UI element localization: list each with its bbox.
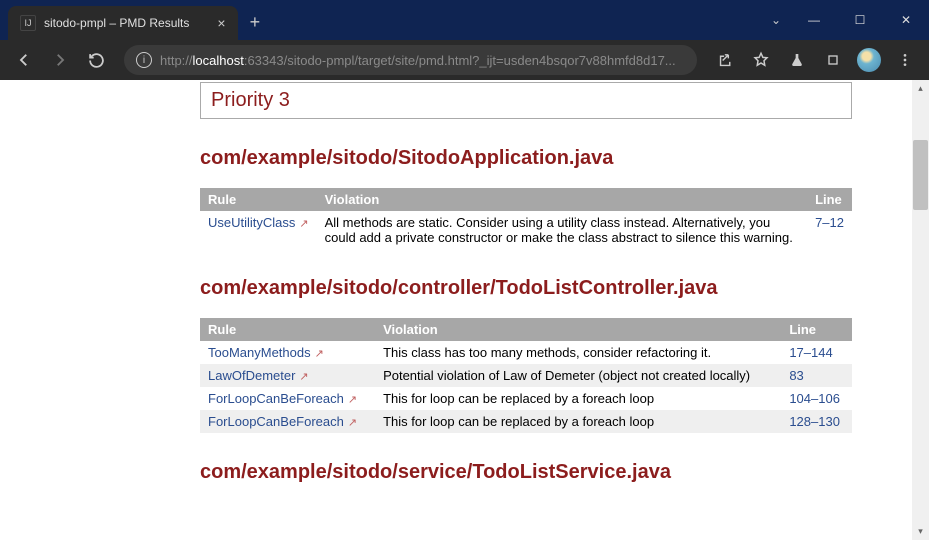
- rule-link[interactable]: ForLoopCanBeForeach: [208, 414, 344, 429]
- tab-title: sitodo-pmpl – PMD Results: [44, 16, 189, 30]
- scroll-down-icon[interactable]: ▾: [912, 523, 929, 540]
- maximize-button[interactable]: ☐: [837, 0, 883, 40]
- close-window-button[interactable]: ✕: [883, 0, 929, 40]
- page-content: Priority 3 com/example/sitodo/SitodoAppl…: [0, 80, 912, 540]
- url-path: :63343/sitodo-pmpl/target/site/pmd.html?…: [244, 53, 676, 68]
- col-rule: Rule: [200, 318, 375, 341]
- page-viewport: Priority 3 com/example/sitodo/SitodoAppl…: [0, 80, 929, 540]
- line-link[interactable]: 106: [818, 391, 840, 406]
- table-row: TooManyMethods ↗ This class has too many m…: [200, 341, 852, 364]
- violation-text: Potential violation of Law of Demeter (o…: [375, 364, 781, 387]
- external-link-icon: ↗: [348, 417, 357, 429]
- file-heading: com/example/sitodo/controller/TodoListCo…: [200, 277, 852, 300]
- flask-icon[interactable]: [781, 44, 813, 76]
- col-line: Line: [781, 318, 852, 341]
- col-rule: Rule: [200, 188, 317, 211]
- table-row: UseUtilityClass ↗ All methods are static. …: [200, 211, 852, 249]
- url-prefix: http://: [160, 53, 193, 68]
- line-link[interactable]: 144: [811, 345, 833, 360]
- share-icon[interactable]: [709, 44, 741, 76]
- reload-button[interactable]: [80, 44, 112, 76]
- line-link[interactable]: 128: [789, 414, 811, 429]
- chevron-down-icon[interactable]: ⌄: [771, 13, 781, 27]
- table-row: ForLoopCanBeForeach ↗ This for loop can be…: [200, 387, 852, 410]
- url-host: localhost: [193, 53, 244, 68]
- line-link[interactable]: 17: [789, 345, 803, 360]
- browser-toolbar: i http://localhost:63343/sitodo-pmpl/tar…: [0, 40, 929, 80]
- table-row: LawOfDemeter ↗ Potential violation of Law …: [200, 364, 852, 387]
- rule-link[interactable]: ForLoopCanBeForeach: [208, 391, 344, 406]
- intellij-favicon-icon: IJ: [20, 15, 36, 31]
- menu-button[interactable]: [889, 44, 921, 76]
- violations-table: RuleViolationLine UseUtilityClass ↗ All met…: [200, 188, 852, 249]
- file-heading: com/example/sitodo/service/TodoListServi…: [200, 461, 852, 484]
- line-link[interactable]: 104: [789, 391, 811, 406]
- star-icon[interactable]: [745, 44, 777, 76]
- scrollbar-thumb[interactable]: [913, 140, 928, 210]
- violation-text: This for loop can be replaced by a forea…: [375, 410, 781, 433]
- minimize-button[interactable]: ―: [791, 0, 837, 40]
- close-tab-icon[interactable]: ×: [217, 15, 225, 31]
- external-link-icon: ↗: [348, 394, 357, 406]
- violation-text: This for loop can be replaced by a forea…: [375, 387, 781, 410]
- line-link[interactable]: 12: [830, 215, 844, 230]
- rule-link[interactable]: LawOfDemeter: [208, 368, 295, 383]
- back-button[interactable]: [8, 44, 40, 76]
- browser-tab[interactable]: IJ sitodo-pmpl – PMD Results ×: [8, 6, 238, 40]
- external-link-icon: ↗: [299, 371, 308, 383]
- col-line: Line: [807, 188, 852, 211]
- new-tab-button[interactable]: +: [250, 12, 261, 33]
- address-bar[interactable]: i http://localhost:63343/sitodo-pmpl/tar…: [124, 45, 697, 75]
- rule-link[interactable]: UseUtilityClass: [208, 215, 295, 230]
- site-info-icon[interactable]: i: [136, 52, 152, 68]
- line-link[interactable]: 83: [789, 368, 803, 383]
- file-heading: com/example/sitodo/SitodoApplication.jav…: [200, 147, 852, 170]
- col-violation: Violation: [317, 188, 807, 211]
- rule-link[interactable]: TooManyMethods: [208, 345, 311, 360]
- scroll-up-icon[interactable]: ▴: [912, 80, 929, 97]
- forward-button[interactable]: [44, 44, 76, 76]
- violations-table: RuleViolationLine TooManyMethods ↗ This cla…: [200, 318, 852, 433]
- violation-text: All methods are static. Consider using a…: [317, 211, 807, 249]
- external-link-icon: ↗: [299, 218, 308, 230]
- profile-avatar[interactable]: [853, 44, 885, 76]
- extensions-icon[interactable]: [817, 44, 849, 76]
- violation-text: This class has too many methods, conside…: [375, 341, 781, 364]
- priority-heading: Priority 3: [200, 82, 852, 119]
- table-row: ForLoopCanBeForeach ↗ This for loop can be…: [200, 410, 852, 433]
- col-violation: Violation: [375, 318, 781, 341]
- window-titlebar: IJ sitodo-pmpl – PMD Results × + ⌄ ― ☐ ✕: [0, 0, 929, 40]
- line-link[interactable]: 130: [818, 414, 840, 429]
- vertical-scrollbar[interactable]: ▴ ▾: [912, 80, 929, 540]
- external-link-icon: ↗: [315, 348, 324, 360]
